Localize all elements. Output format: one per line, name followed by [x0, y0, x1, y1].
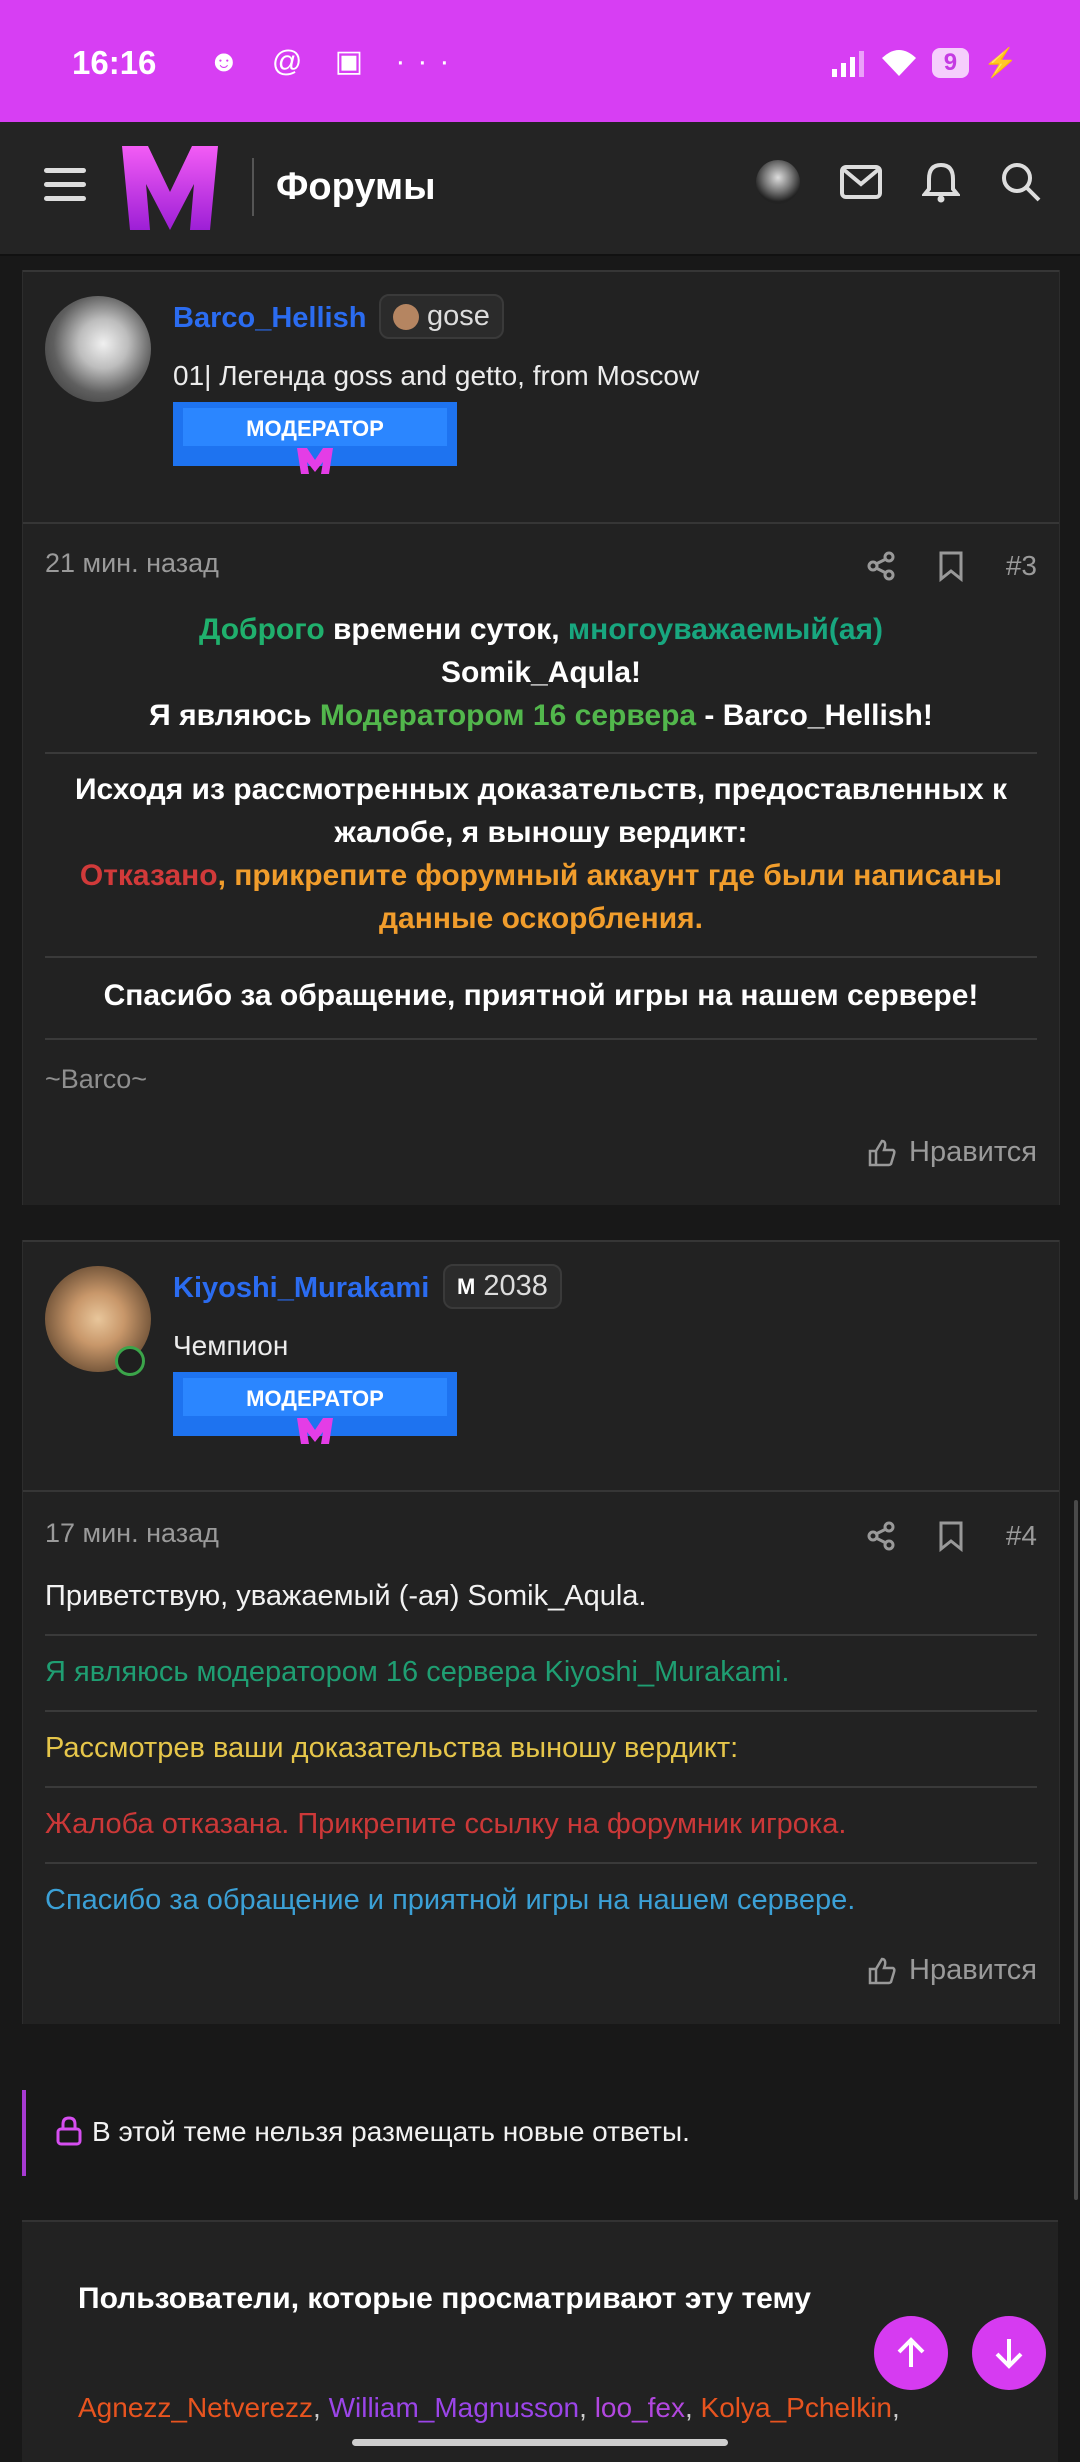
status-right: 9 ⚡ [831, 46, 1018, 79]
post-3-user-block: Barco_Hellish gose 01| Легенда goss and … [23, 270, 1059, 524]
greeting-part: Я являюсь [149, 699, 320, 732]
locked-text: В этой теме нельзя размещать новые ответ… [92, 2116, 690, 2147]
watcher-link[interactable]: loo_fex [595, 2392, 685, 2423]
divider [45, 1634, 1037, 1636]
signature: ~Barco~ [45, 1064, 148, 1094]
verdict-block: Исходя из рассмотренных доказательств, п… [45, 768, 1037, 940]
verdict-intro: Исходя из рассмотренных доказательств, п… [74, 773, 1008, 849]
lock-icon [56, 2116, 82, 2146]
scroll-up-button[interactable] [874, 2316, 948, 2390]
post-line: Жалоба отказана. Прикрепите ссылку на фо… [45, 1808, 847, 1840]
share-icon[interactable] [866, 551, 896, 581]
online-indicator-icon [115, 1346, 145, 1376]
divider [45, 1862, 1037, 1864]
watcher-link[interactable]: Agnezz_Netverezz [78, 2392, 313, 2423]
banner-text: МОДЕРАТОР [246, 416, 384, 441]
post-line: Спасибо за обращение и приятной игры на … [45, 1884, 856, 1916]
post-number[interactable]: #4 [1006, 1520, 1037, 1552]
arrow-up-icon [897, 2337, 925, 2367]
like-button[interactable]: Нравится [867, 1136, 1037, 1169]
post-actions: #3 [866, 550, 1037, 582]
greeting-part: Доброго [198, 613, 325, 646]
thanks-text: Спасибо за обращение, приятной игры на н… [103, 979, 979, 1012]
greeting-part: Модератором 16 сервера [319, 699, 697, 732]
post-4: Kiyoshi_Murakami M 2038 Чемпион МОДЕРАТО… [22, 1240, 1060, 2024]
thumbs-up-icon [868, 1957, 896, 1984]
app-bar: Форумы [0, 122, 1080, 256]
watchers-list: Agnezz_Netverezz, William_Magnusson, loo… [78, 2392, 900, 2423]
arrow-down-icon [995, 2339, 1023, 2369]
watcher-link[interactable]: William_Magnusson [329, 2392, 580, 2423]
share-icon[interactable] [866, 1521, 896, 1551]
badge-label: gose [427, 300, 490, 332]
greeting-part: времени суток, [324, 613, 568, 646]
divider [45, 752, 1037, 754]
greeting-block: Доброго времени суток, многоуважаемый(ая… [45, 608, 1037, 737]
bell-icon[interactable] [922, 161, 960, 203]
divider [45, 1038, 1037, 1040]
status-bar: 16:16 ☻ @ ▣ ··· 9 ⚡ [0, 0, 1080, 122]
charging-icon: ⚡ [983, 47, 1018, 78]
badge-label: 2038 [483, 1270, 548, 1302]
post-time[interactable]: 17 мин. назад [45, 1518, 219, 1549]
user-badge: M 2038 [443, 1264, 562, 1309]
greeting-part: многоуважаемый(ая) [567, 613, 883, 646]
verdict-rest: , прикрепите форумный аккаунт где были н… [217, 859, 1003, 935]
user-title: Чемпион [173, 1330, 289, 1361]
site-logo[interactable] [118, 140, 222, 236]
appbar-actions [756, 160, 1042, 204]
appbar-divider [252, 158, 254, 216]
badge-icon [393, 303, 419, 330]
notification-icons: ☻ @ ▣ ··· [208, 45, 462, 78]
post-actions: #4 [866, 1520, 1037, 1552]
avatar[interactable] [45, 296, 151, 402]
search-icon[interactable] [1000, 161, 1042, 203]
wifi-icon [881, 49, 916, 76]
post-number[interactable]: #3 [1006, 550, 1037, 582]
bookmark-icon[interactable] [938, 1520, 964, 1552]
divider [45, 1710, 1037, 1712]
post-line: Я являюсь модератором 16 сервера Kiyoshi… [45, 1656, 790, 1688]
badge-logo-icon: M [457, 1273, 476, 1299]
like-label: Нравится [909, 1136, 1037, 1168]
username-link[interactable]: Kiyoshi_Murakami [173, 1272, 429, 1305]
account-avatar[interactable] [756, 160, 800, 204]
verdict-refused: Отказано [79, 859, 218, 892]
post-line: Рассмотрев ваши доказательства выношу ве… [45, 1732, 739, 1764]
scroll-down-button[interactable] [972, 2316, 1046, 2390]
thumbs-up-icon [868, 1139, 896, 1166]
divider [45, 956, 1037, 958]
moderator-banner: МОДЕРАТОР [173, 402, 457, 474]
user-title: 01| Легенда goss and getto, from Moscow [173, 360, 700, 391]
watcher-link[interactable]: Kolya_Pchelkin [701, 2392, 892, 2423]
bookmark-icon[interactable] [938, 550, 964, 582]
post-line: Приветствую, уважаемый (-ая) Somik_Aqula… [45, 1580, 647, 1612]
post-time[interactable]: 21 мин. назад [45, 548, 219, 579]
locked-notice: В этой теме нельзя размещать новые ответ… [22, 2090, 1062, 2176]
post-4-user-block: Kiyoshi_Murakami M 2038 Чемпион МОДЕРАТО… [23, 1240, 1059, 1492]
greeting-part: Somik_Aqula! [440, 656, 642, 689]
moderator-banner: МОДЕРАТОР [173, 1372, 457, 1444]
watchers-heading: Пользователи, которые просматривают эту … [78, 2282, 811, 2315]
post-3: Barco_Hellish gose 01| Легенда goss and … [22, 270, 1060, 1205]
username-link[interactable]: Barco_Hellish [173, 302, 366, 335]
signal-icon [831, 50, 864, 77]
battery-indicator: 9 [931, 47, 970, 78]
scrollbar[interactable] [1074, 1500, 1078, 2200]
banner-text: МОДЕРАТОР [246, 1386, 384, 1411]
greeting-part: - Barco_Hellish! [696, 699, 933, 732]
status-time: 16:16 [72, 44, 157, 81]
user-badge: gose [379, 294, 504, 339]
home-indicator[interactable] [352, 2439, 728, 2446]
like-button[interactable]: Нравится [867, 1954, 1037, 1987]
hamburger-menu-icon[interactable] [44, 168, 86, 210]
divider [45, 1786, 1037, 1788]
mail-icon[interactable] [840, 165, 882, 199]
page-title: Форумы [276, 166, 436, 208]
like-label: Нравится [909, 1954, 1037, 1986]
